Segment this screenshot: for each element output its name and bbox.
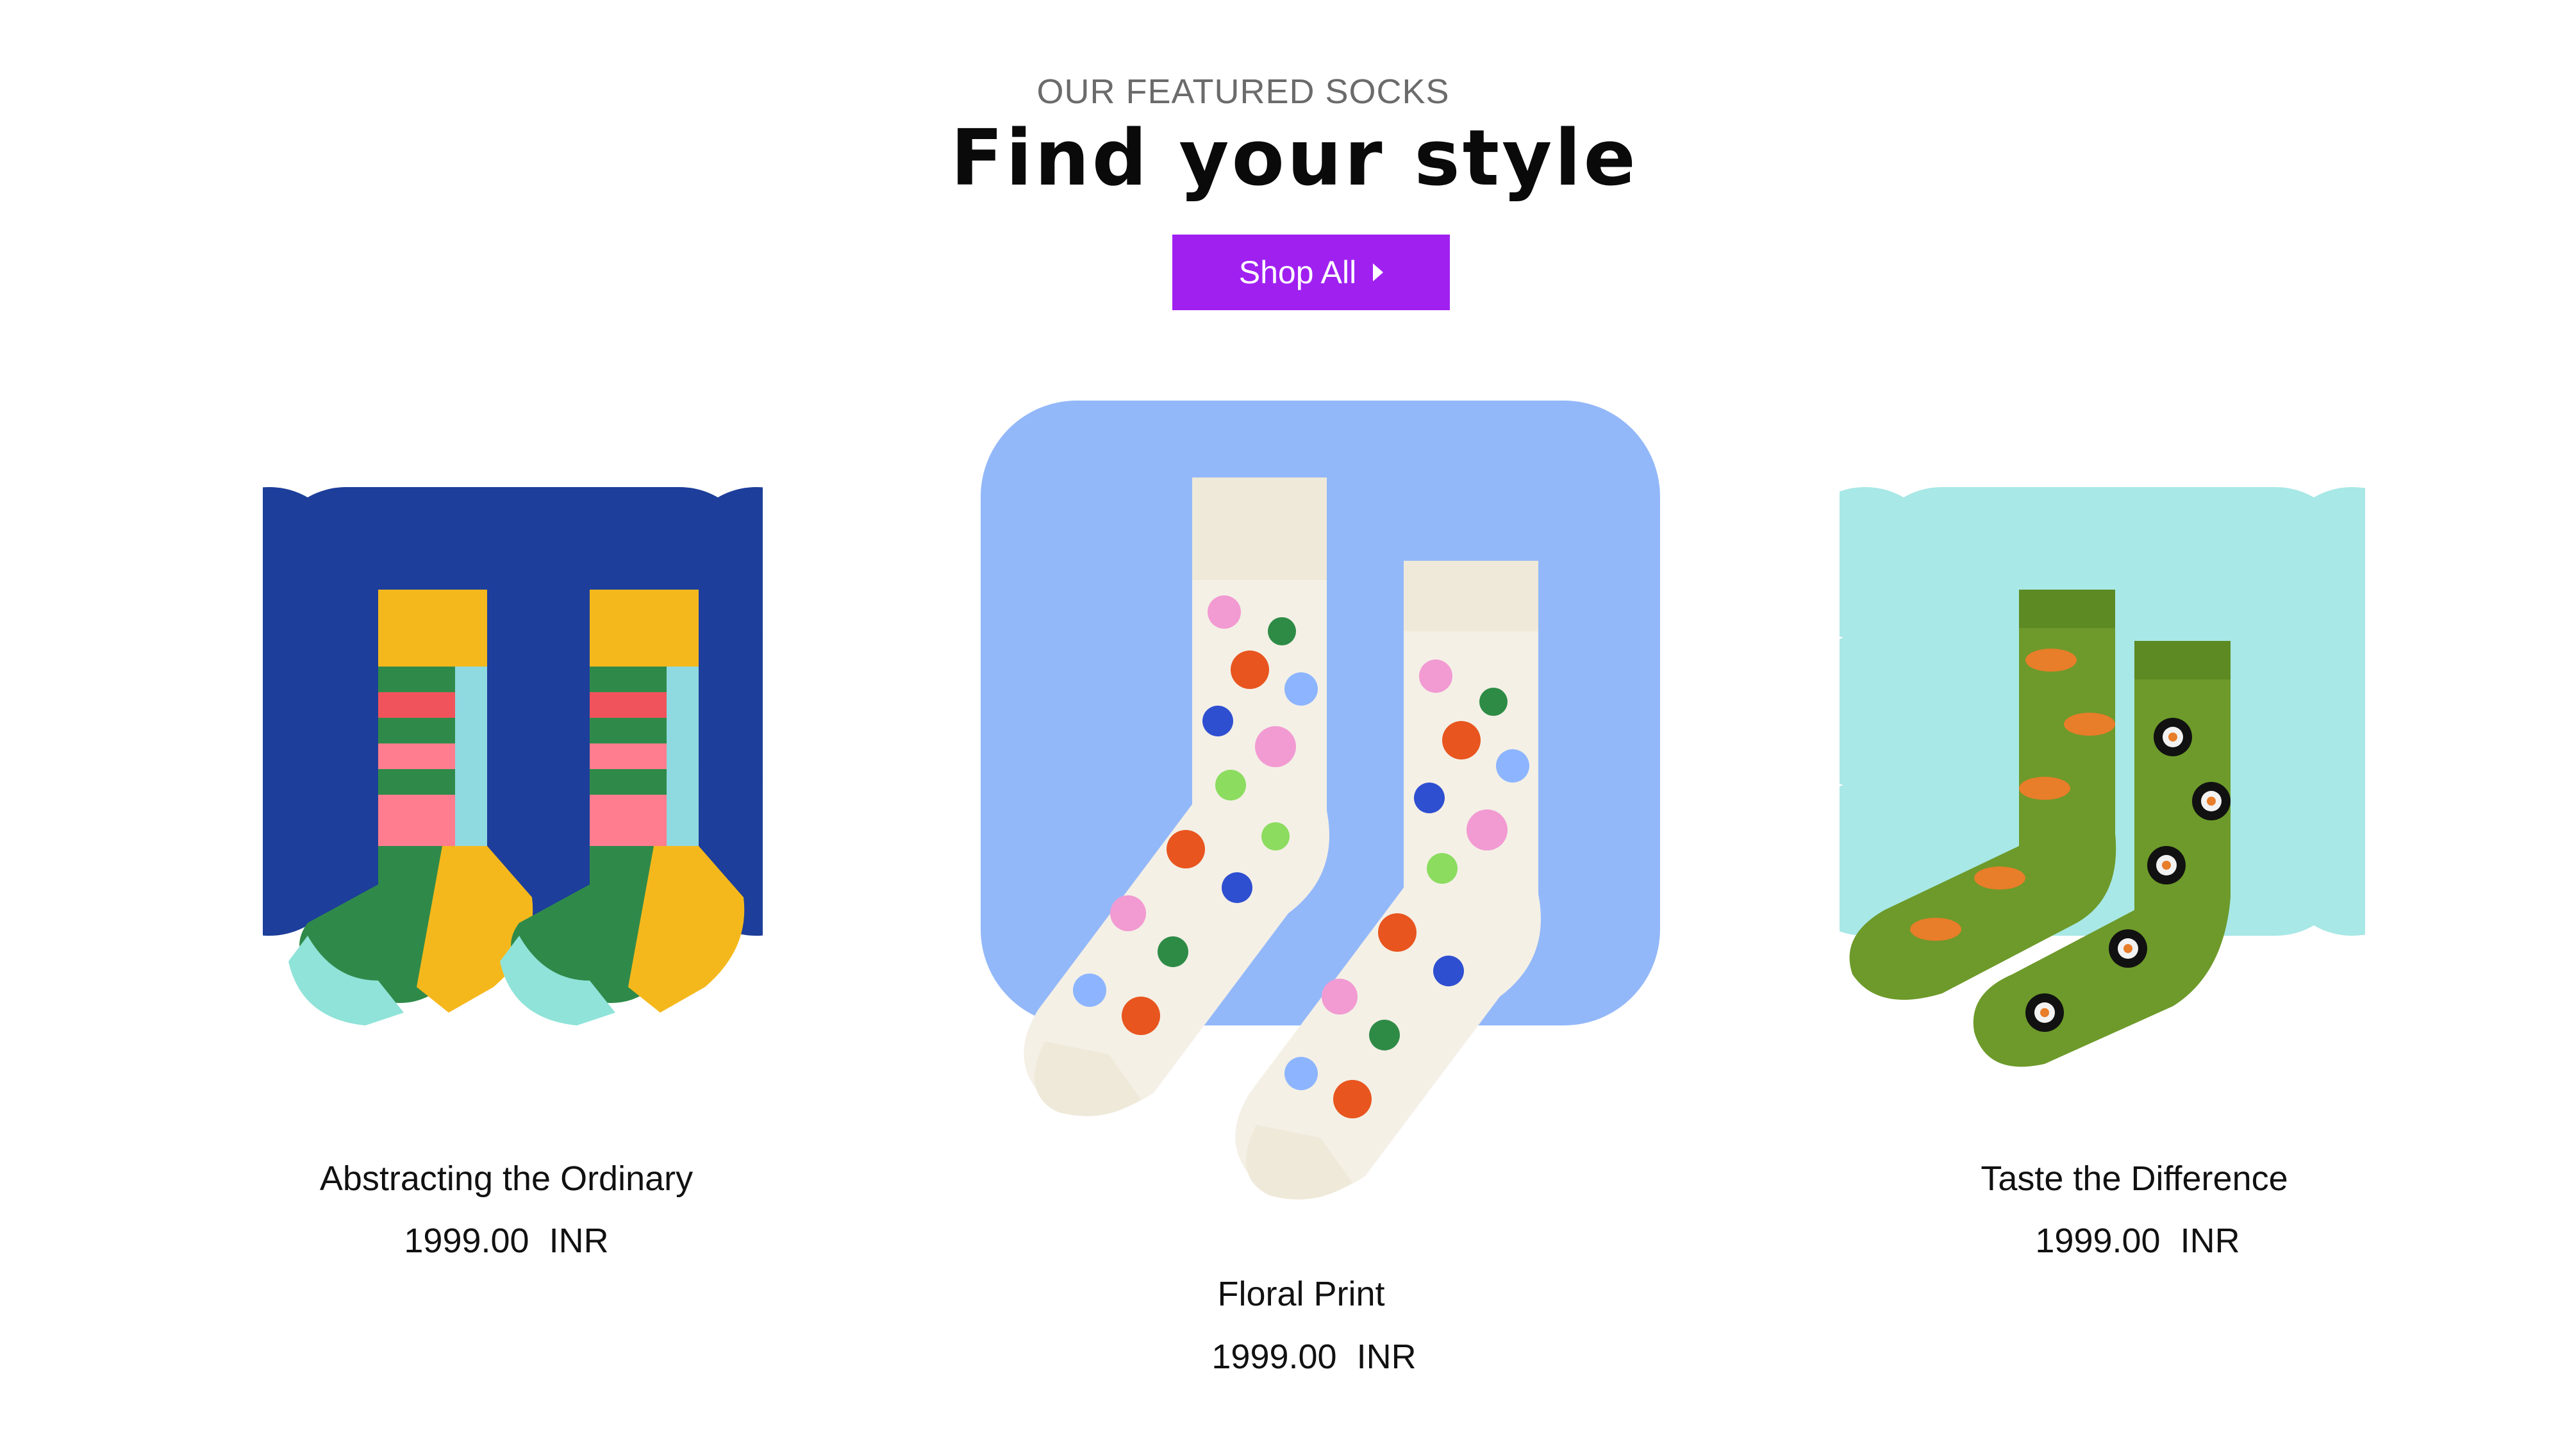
product-image-sushi[interactable] — [1840, 487, 2365, 1102]
product-image-floral[interactable] — [981, 401, 1660, 1208]
shop-all-button[interactable]: Shop All — [1172, 235, 1450, 310]
product-price-floral: 1999.00 INR — [1211, 1338, 1417, 1376]
product-price-abstracting: 1999.00 INR — [404, 1222, 609, 1260]
shop-all-label: Shop All — [1238, 254, 1357, 290]
product-card-floral[interactable] — [981, 401, 1660, 1208]
product-name-abstracting[interactable]: Abstracting the Ordinary — [256, 1159, 756, 1198]
product-image-abstracting[interactable] — [263, 487, 763, 1077]
product-card-sushi[interactable] — [1840, 487, 2365, 1102]
product-name-floral[interactable]: Floral Print — [1026, 1274, 1577, 1314]
product-price-sushi: 1999.00 INR — [2035, 1222, 2240, 1260]
section-eyebrow: OUR FEATURED SOCKS — [1036, 72, 1450, 111]
product-card-abstracting[interactable] — [263, 487, 763, 1077]
section-title: Find your style — [951, 114, 1638, 203]
product-name-sushi[interactable]: Taste the Difference — [1872, 1159, 2397, 1198]
caret-right-icon — [1373, 263, 1384, 281]
